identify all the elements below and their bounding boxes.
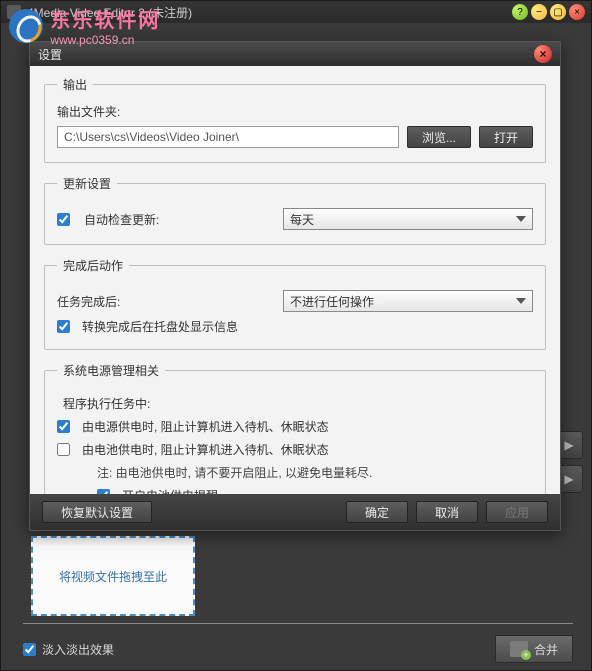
auto-check-label: 自动检查更新: — [84, 211, 159, 228]
merge-button[interactable]: 合并 — [495, 635, 573, 663]
app-icon — [7, 5, 21, 19]
power-legend: 系统电源管理相关 — [57, 362, 165, 379]
chevron-down-icon — [516, 298, 526, 304]
help-button[interactable]: ? — [512, 4, 528, 20]
after-section: 完成后动作 任务完成后: 不进行任何操作 转换完成后在托盘处显示信息 — [44, 257, 546, 350]
battery-checkbox[interactable] — [57, 443, 70, 456]
restore-defaults-button[interactable]: 恢复默认设置 — [42, 501, 152, 523]
after-legend: 完成后动作 — [57, 257, 129, 274]
output-folder-input[interactable] — [57, 126, 399, 148]
close-button[interactable]: × — [569, 4, 585, 20]
after-label: 任务完成后: — [57, 293, 120, 310]
settings-dialog: 设置 × 输出 输出文件夹: 浏览... 打开 更新设置 自动检查更新: — [29, 41, 561, 531]
bottom-bar: 淡入淡出效果 合并 — [23, 635, 573, 663]
separator — [23, 623, 573, 624]
cancel-button[interactable]: 取消 — [416, 501, 478, 523]
fade-label: 淡入淡出效果 — [42, 641, 114, 658]
battery-note: 注: 由电池供电时, 请不要开启阻止, 以避免电量耗尽. — [97, 464, 533, 481]
output-section: 输出 输出文件夹: 浏览... 打开 — [44, 76, 546, 163]
apply-button[interactable]: 应用 — [486, 501, 548, 523]
after-action-select[interactable]: 不进行任何操作 — [283, 290, 533, 312]
battery-label: 由电池供电时, 阻止计算机进入待机、休眠状态 — [82, 441, 329, 458]
dialog-titlebar: 设置 × — [30, 42, 560, 66]
dialog-title: 设置 — [38, 46, 62, 63]
app-title: 4Media Video Editor 2 (未注册) — [27, 4, 192, 21]
dialog-footer: 恢复默认设置 确定 取消 应用 — [30, 494, 560, 530]
tray-label: 转换完成后在托盘处显示信息 — [82, 318, 238, 335]
update-interval-select[interactable]: 每天 — [283, 208, 533, 230]
dialog-close-button[interactable]: × — [534, 45, 552, 63]
merge-icon — [510, 641, 528, 657]
update-interval-value: 每天 — [290, 211, 314, 228]
open-button[interactable]: 打开 — [479, 126, 533, 148]
tray-checkbox[interactable] — [57, 320, 70, 333]
ac-label: 由电源供电时, 阻止计算机进入待机、休眠状态 — [82, 418, 329, 435]
after-action-value: 不进行任何操作 — [290, 293, 374, 310]
dropzone-label: 将视频文件拖拽至此 — [59, 568, 167, 585]
titlebar: 4Media Video Editor 2 (未注册) ? − ▢ × — [1, 1, 591, 23]
merge-label: 合并 — [534, 641, 558, 658]
update-legend: 更新设置 — [57, 175, 117, 192]
power-running-label: 程序执行任务中: — [63, 395, 150, 412]
update-section: 更新设置 自动检查更新: 每天 — [44, 175, 546, 245]
output-folder-label: 输出文件夹: — [57, 103, 533, 120]
fade-checkbox[interactable] — [23, 643, 36, 656]
auto-check-checkbox[interactable] — [57, 213, 70, 226]
dropzone[interactable]: 将视频文件拖拽至此 — [31, 536, 195, 616]
ac-checkbox[interactable] — [57, 420, 70, 433]
output-legend: 输出 — [57, 76, 93, 93]
main-window: 4Media Video Editor 2 (未注册) ? − ▢ × 东乐软件… — [0, 0, 592, 671]
maximize-button[interactable]: ▢ — [550, 4, 566, 20]
browse-button[interactable]: 浏览... — [407, 126, 471, 148]
ok-button[interactable]: 确定 — [346, 501, 408, 523]
minimize-button[interactable]: − — [531, 4, 547, 20]
chevron-down-icon — [516, 216, 526, 222]
